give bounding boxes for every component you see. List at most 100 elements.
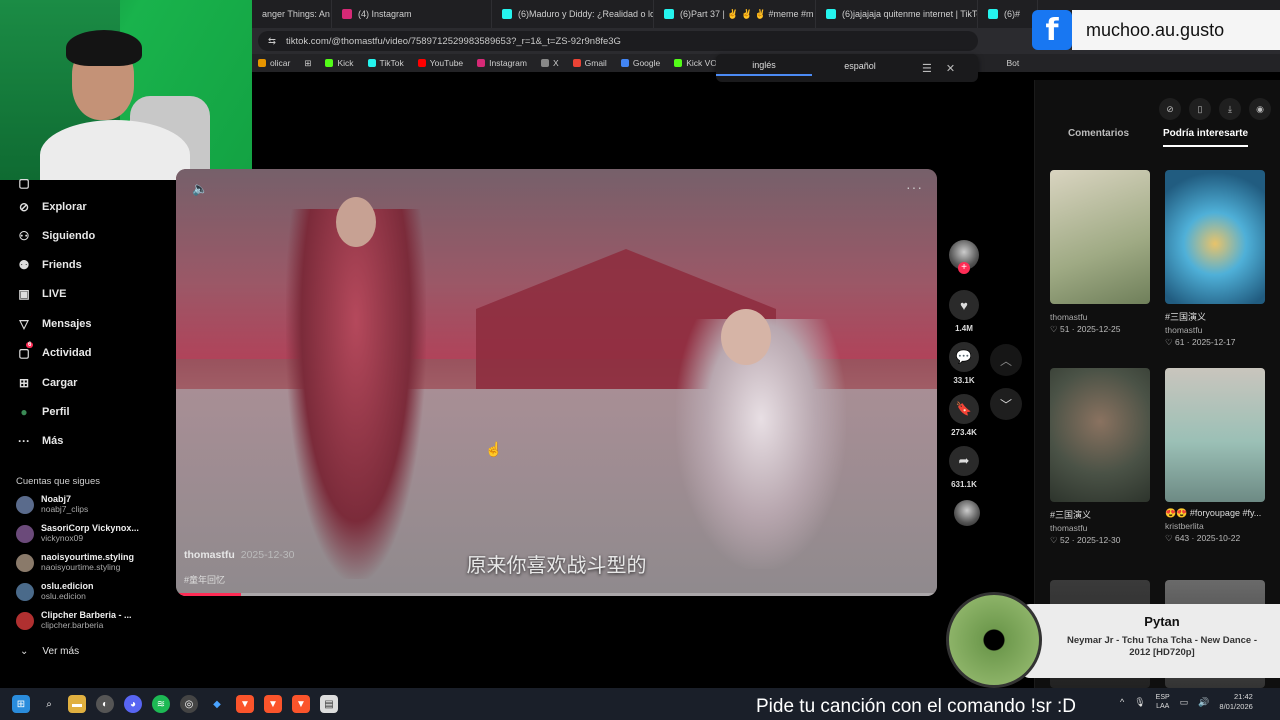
keyboard-language[interactable]: ESP LAA bbox=[1156, 693, 1170, 711]
sidebar-item-perfil[interactable]: ● Perfil bbox=[16, 405, 69, 419]
browser-tab[interactable]: (4) Instagram bbox=[332, 0, 492, 28]
file-explorer-icon[interactable]: ▬ bbox=[68, 695, 86, 713]
like-button[interactable]: ♥ 1.4M bbox=[946, 290, 982, 333]
bookmark-label: Gmail bbox=[584, 58, 607, 68]
save-button[interactable]: 🔖 273.4K bbox=[946, 394, 982, 437]
comment-button[interactable]: 💬 33.1K bbox=[946, 342, 982, 385]
account-handle: noabj7_clips bbox=[41, 504, 89, 514]
sidebar-item-partial[interactable]: ▢ bbox=[16, 176, 42, 190]
see-more-label: Ver más bbox=[42, 646, 80, 657]
download-icon[interactable]: ⤓ bbox=[1219, 98, 1241, 120]
sidebar-item-actividad[interactable]: ▢ 6 Actividad bbox=[16, 342, 92, 360]
card-title: #三国演义 bbox=[1050, 510, 1092, 520]
spotify-icon[interactable]: ≋ bbox=[152, 695, 170, 713]
brave-icon[interactable]: ▼ bbox=[264, 695, 282, 713]
vscode-icon[interactable]: ◆ bbox=[208, 695, 226, 713]
translate-option-english[interactable]: inglés bbox=[716, 60, 812, 76]
video-hashtag[interactable]: #童年回忆 bbox=[184, 573, 225, 586]
followed-account[interactable]: naoisyourtime.styling naoisyourtime.styli… bbox=[16, 552, 134, 572]
clock-date: 8/01/2026 bbox=[1219, 702, 1253, 711]
tiktok-icon bbox=[988, 9, 998, 19]
network-icon[interactable]: ▭ bbox=[1180, 697, 1189, 708]
activity-icon: ▢ 6 bbox=[18, 342, 34, 360]
more-options-icon[interactable]: ··· bbox=[906, 179, 923, 195]
bookmark-label: TikTok bbox=[379, 58, 404, 68]
sidebar-item-cargar[interactable]: ⊞ Cargar bbox=[16, 376, 78, 390]
brave-icon[interactable]: ▼ bbox=[292, 695, 310, 713]
upload-icon: ⊞ bbox=[18, 376, 30, 390]
sidebar-item-live[interactable]: ▣ LIVE bbox=[16, 287, 66, 301]
suggested-video-card[interactable]: #三国演义 thomastfu ♡ 52 · 2025-12-30 bbox=[1050, 368, 1150, 546]
song-title: Neymar Jr - Tchu Tcha Tcha - New Dance -… bbox=[1066, 635, 1258, 658]
bookmark-kick[interactable]: Kick bbox=[325, 58, 354, 68]
video-author[interactable]: thomastfu 2025-12-30 bbox=[184, 549, 294, 561]
sidebar-item-siguiendo[interactable]: ⚇ Siguiendo bbox=[16, 229, 96, 243]
sound-disc-button[interactable] bbox=[949, 500, 985, 526]
share-button[interactable]: ➦ 631.1K bbox=[946, 446, 982, 489]
site-info-icon[interactable]: ⇆ bbox=[268, 36, 276, 47]
followed-account[interactable]: Clipcher Barberia - ... clipcher.barberia bbox=[16, 610, 132, 630]
video-thumbnail bbox=[1165, 170, 1265, 304]
profile-avatar-icon[interactable]: ◉ bbox=[1249, 98, 1271, 120]
sidebar-item-explorar[interactable]: ⊘ Explorar bbox=[16, 200, 87, 214]
bookmark-tiktok[interactable]: TikTok bbox=[367, 58, 404, 68]
facebook-banner: f muchoo.au.gusto bbox=[1032, 10, 1280, 50]
suggested-video-card[interactable]: #三国演义 thomastfu ♡ 61 · 2025-12-17 bbox=[1165, 170, 1265, 348]
suggested-video-card[interactable]: 😍😍 #foryoupage #fy... kristberlita ♡ 643… bbox=[1165, 368, 1265, 544]
see-more-button[interactable]: ⌄ Ver más bbox=[20, 646, 79, 657]
followed-account[interactable]: Noabj7 noabj7_clips bbox=[16, 494, 88, 514]
sidebar-item-mensajes[interactable]: ▽ Mensajes bbox=[16, 317, 91, 331]
next-video-button[interactable]: ﹀ bbox=[990, 388, 1022, 420]
tab-comments[interactable]: Comentarios bbox=[1068, 128, 1129, 147]
compass-icon[interactable]: ⊘ bbox=[1159, 98, 1181, 120]
account-name: Clipcher Barberia - ... bbox=[41, 610, 132, 620]
bookmark-google[interactable]: Google bbox=[620, 58, 660, 68]
brave-icon[interactable]: ▼ bbox=[236, 695, 254, 713]
bookmark-item[interactable]: olicar bbox=[258, 58, 290, 68]
sidebar-item-mas[interactable]: ··· Más bbox=[16, 434, 63, 448]
sidebar-item-friends[interactable]: ⚉ Friends bbox=[16, 258, 82, 272]
bookmark-label: olicar bbox=[270, 58, 291, 68]
browser-tab[interactable]: (6)jajajaja quitenme internet | TikTok bbox=[816, 0, 978, 28]
discord-icon[interactable]: ◕ bbox=[124, 695, 142, 713]
tab-label: (4) Instagram bbox=[358, 9, 412, 19]
bookmark-instagram[interactable]: Instagram bbox=[477, 58, 527, 68]
windows-start-icon[interactable]: ⊞ bbox=[12, 695, 30, 713]
video-progress-bar[interactable] bbox=[176, 593, 937, 596]
previous-video-button[interactable]: ︿ bbox=[990, 344, 1022, 376]
tiktok-icon bbox=[502, 9, 512, 19]
tray-chevron-icon[interactable]: ^ bbox=[1120, 697, 1124, 707]
translate-option-spanish[interactable]: español bbox=[812, 61, 908, 75]
obs-icon[interactable]: ◐ bbox=[96, 695, 114, 713]
menu-icon[interactable]: ☰ bbox=[922, 62, 932, 75]
browser-tab[interactable]: (6)Maduro y Diddy: ¿Realidad o locu bbox=[492, 0, 654, 28]
browser-tab[interactable]: (6)# bbox=[978, 0, 1038, 28]
apps-button[interactable]: ⊞ bbox=[304, 58, 311, 69]
bookmark-bot[interactable]: Bot bbox=[1006, 58, 1019, 68]
followed-account[interactable]: SasoriCorp Vickynox... vickynox09 bbox=[16, 523, 139, 543]
browser-tab[interactable]: anger Things: An bbox=[252, 0, 332, 28]
browser-tab[interactable]: (6)Part 37 | ✌ ✌ ✌ #meme #m bbox=[654, 0, 816, 28]
app-icon[interactable]: ◎ bbox=[180, 695, 198, 713]
bookmark-x[interactable]: X bbox=[540, 58, 559, 68]
notepad-icon[interactable]: ▤ bbox=[320, 695, 338, 713]
close-icon[interactable]: ✕ bbox=[946, 62, 955, 75]
sidebar-item-label: Cargar bbox=[42, 377, 78, 389]
bookmark-youtube[interactable]: YouTube bbox=[417, 58, 463, 68]
followed-account[interactable]: oslu.edicion oslu.edicion bbox=[16, 581, 94, 601]
tab-label: anger Things: An bbox=[262, 9, 330, 19]
follow-plus-icon[interactable]: + bbox=[958, 262, 970, 274]
creator-avatar-button[interactable]: + bbox=[946, 240, 982, 274]
device-icon[interactable]: ▯ bbox=[1189, 98, 1211, 120]
search-icon[interactable]: ⌕ bbox=[40, 695, 58, 713]
tab-interest[interactable]: Podría interesarte bbox=[1162, 128, 1249, 147]
bookmark-gmail[interactable]: Gmail bbox=[572, 58, 607, 68]
volume-icon[interactable]: 🔈 bbox=[192, 181, 208, 197]
microphone-icon[interactable]: 🎙 bbox=[1134, 697, 1145, 708]
volume-icon[interactable]: 🔊 bbox=[1198, 697, 1209, 708]
video-player[interactable]: 🔈 ··· 原来你喜欢战斗型的 thomastfu 2025-12-30 #童年回… bbox=[176, 169, 937, 596]
creator-avatar: + bbox=[949, 240, 979, 274]
suggested-video-card[interactable]: thomastfu ♡ 51 · 2025-12-25 bbox=[1050, 170, 1150, 335]
address-bar[interactable]: ⇆ tiktok.com/@thomastfu/video/7589712529… bbox=[258, 31, 978, 51]
clock[interactable]: 21:42 8/01/2026 bbox=[1219, 692, 1252, 712]
